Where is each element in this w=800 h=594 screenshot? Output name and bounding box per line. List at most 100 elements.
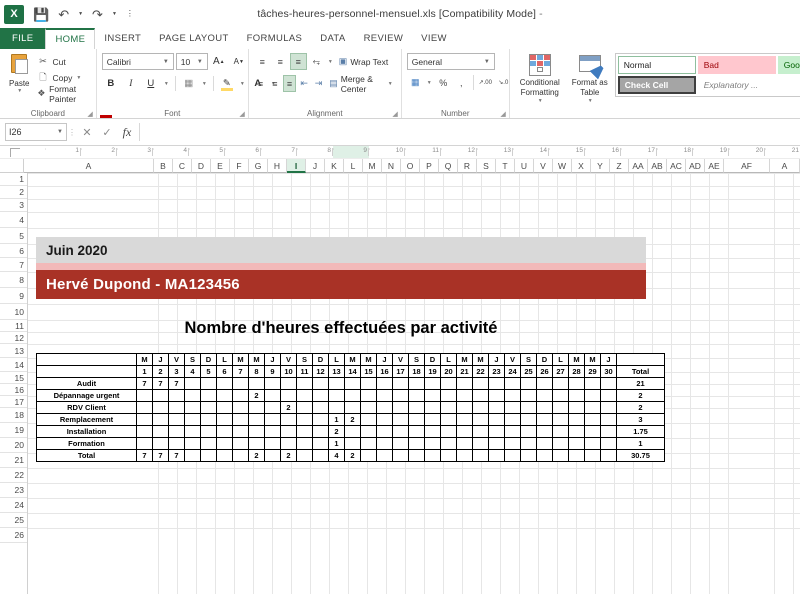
hours-cell[interactable] (568, 413, 585, 426)
column-header-ab[interactable]: AB (648, 159, 667, 173)
hours-cell[interactable] (248, 377, 265, 390)
hours-cell[interactable] (600, 401, 617, 414)
hours-cell[interactable] (488, 401, 505, 414)
hours-cell[interactable] (552, 413, 569, 426)
column-header-x[interactable]: X (572, 159, 591, 173)
hours-cell[interactable] (296, 437, 313, 450)
column-header-w[interactable]: W (553, 159, 572, 173)
hours-cell[interactable] (536, 425, 553, 438)
hours-cell[interactable] (408, 389, 425, 402)
hours-cell[interactable]: 7 (152, 377, 169, 390)
row-header-13[interactable]: 13 (0, 344, 27, 358)
hours-cell[interactable] (264, 389, 281, 402)
hours-cell[interactable]: 1 (328, 437, 345, 450)
hours-cell[interactable] (312, 389, 329, 402)
hours-cell[interactable] (472, 425, 489, 438)
hours-cell[interactable] (520, 389, 537, 402)
hours-cell[interactable] (184, 449, 201, 462)
table-row[interactable]: Installation 2 1.75 (36, 425, 665, 438)
row-header-23[interactable]: 23 (0, 483, 27, 498)
column-header-u[interactable]: U (515, 159, 534, 173)
hours-cell[interactable] (392, 377, 409, 390)
format-painter-button[interactable]: ❖ Format Painter (37, 84, 91, 104)
hours-cell[interactable] (344, 377, 361, 390)
hours-cell[interactable] (312, 401, 329, 414)
hours-cell[interactable] (328, 377, 345, 390)
hours-cell[interactable] (376, 437, 393, 450)
hours-cell[interactable] (520, 377, 537, 390)
hours-cell[interactable] (200, 377, 217, 390)
hours-cell[interactable] (440, 389, 457, 402)
hours-cell[interactable] (184, 377, 201, 390)
row-header-10[interactable]: 10 (0, 304, 27, 320)
tab-review[interactable]: REVIEW (355, 28, 413, 49)
row-header-19[interactable]: 19 (0, 423, 27, 438)
hours-cell[interactable] (424, 437, 441, 450)
hours-cell[interactable] (408, 425, 425, 438)
hours-cell[interactable] (296, 401, 313, 414)
fill-color-dropdown-icon[interactable]: ▼ (238, 75, 247, 92)
hours-cell[interactable] (216, 389, 233, 402)
cell-style-good[interactable]: Good (777, 56, 800, 74)
hours-cell[interactable] (408, 437, 425, 450)
row-total-cell[interactable]: 1.75 (616, 425, 665, 438)
hours-cell[interactable] (296, 389, 313, 402)
hours-cell[interactable] (344, 437, 361, 450)
hours-cell[interactable] (504, 377, 521, 390)
tab-home[interactable]: HOME (45, 28, 96, 49)
table-row[interactable]: Audit 7 7 7 21 (36, 377, 665, 390)
hours-cell[interactable] (568, 449, 585, 462)
hours-cell[interactable] (264, 425, 281, 438)
row-header-4[interactable]: 4 (0, 212, 27, 228)
row-header-12[interactable]: 12 (0, 332, 27, 344)
column-headers[interactable]: A B C D E F G H I J K L M N O P Q R S T U V W X Y Z AA AB AC AD AE AF A (24, 159, 800, 173)
hours-cell[interactable] (536, 401, 553, 414)
hours-cell[interactable] (568, 401, 585, 414)
hours-cell[interactable] (360, 401, 377, 414)
column-header-af[interactable]: AF (724, 159, 770, 173)
enter-formula-icon[interactable]: ✓ (97, 123, 117, 141)
hours-cell[interactable] (296, 413, 313, 426)
comma-style-button[interactable]: , (453, 74, 470, 91)
hours-cell[interactable] (456, 377, 473, 390)
decrease-font-size-button[interactable]: A ▼ (230, 53, 248, 70)
hours-cell[interactable] (536, 449, 553, 462)
hours-cell[interactable] (504, 413, 521, 426)
row-header-22[interactable]: 22 (0, 468, 27, 483)
hours-cell[interactable] (504, 425, 521, 438)
hours-cell[interactable] (232, 449, 249, 462)
accounting-format-button[interactable]: ▦ (407, 74, 424, 91)
activity-hours-table[interactable]: MJVSDLMMJVSDLMMJVSDLMMJVSDLMMJ1234567891… (36, 353, 665, 462)
hours-cell[interactable] (152, 401, 169, 414)
hours-cell[interactable] (264, 413, 281, 426)
hours-cell[interactable] (424, 449, 441, 462)
activity-label-cell[interactable]: Installation (36, 425, 137, 438)
hours-cell[interactable] (520, 401, 537, 414)
hours-cell[interactable] (360, 413, 377, 426)
hours-cell[interactable]: 7 (168, 377, 185, 390)
row-header-20[interactable]: 20 (0, 438, 27, 453)
hours-cell[interactable] (472, 413, 489, 426)
orientation-dropdown-icon[interactable]: ▼ (326, 53, 335, 70)
column-header-d[interactable]: D (192, 159, 211, 173)
hours-cell[interactable] (568, 425, 585, 438)
row-total-cell[interactable]: 30.75 (616, 449, 665, 462)
row-total-cell[interactable]: 1 (616, 437, 665, 450)
bold-button[interactable]: B (102, 75, 120, 92)
hours-cell[interactable] (440, 437, 457, 450)
chevron-down-icon[interactable]: ▼ (57, 129, 63, 135)
row-header-7[interactable]: 7 (0, 258, 27, 272)
table-row[interactable]: Dépannage urgent 2 2 (36, 389, 665, 402)
tab-data[interactable]: DATA (311, 28, 354, 49)
hours-cell[interactable] (264, 377, 281, 390)
hours-cell[interactable] (584, 377, 601, 390)
table-row[interactable]: RDV Client 2 2 (36, 401, 665, 414)
hours-cell[interactable] (136, 437, 153, 450)
percent-style-button[interactable]: % (435, 74, 452, 91)
row-header-6[interactable]: 6 (0, 244, 27, 258)
hours-cell[interactable] (456, 425, 473, 438)
hours-cell[interactable] (136, 389, 153, 402)
hours-cell[interactable] (392, 389, 409, 402)
activity-label-cell[interactable]: Formation (36, 437, 137, 450)
cell-style-normal[interactable]: Normal (617, 56, 696, 74)
